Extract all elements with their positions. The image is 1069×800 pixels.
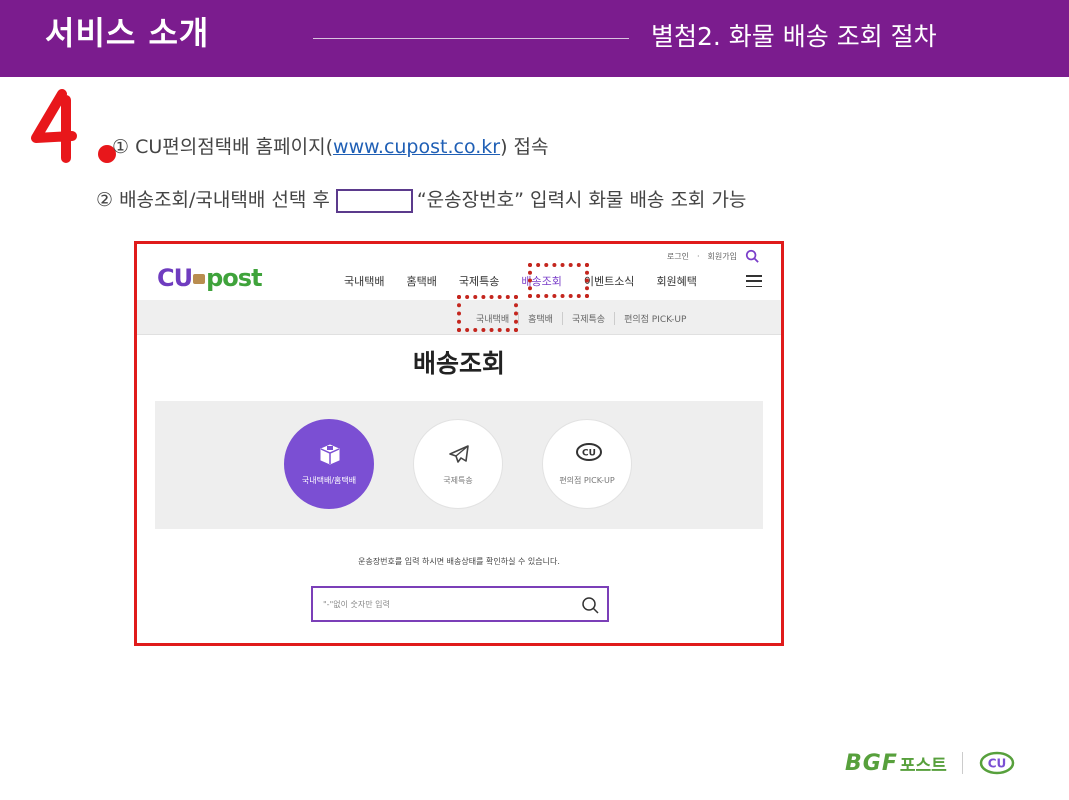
input-box-illustration	[335, 188, 413, 213]
menu-icon[interactable]	[746, 275, 762, 287]
category-panel: 국내택배/홈택배 국제특송 CU 편의점 PICK-UP	[155, 401, 763, 529]
airplane-icon	[449, 445, 469, 463]
svg-text:CU: CU	[582, 449, 596, 459]
instruction-2-text: ② 배송조회/국내택배 선택 후	[96, 189, 330, 211]
tracking-notice: 운송장번호를 입력 하시면 배송상태를 확인하실 수 있습니다.	[358, 557, 560, 566]
category-label: 국제특송	[443, 476, 473, 485]
instruction-1-suffix: ) 접속	[500, 136, 549, 158]
util-separator: ·	[697, 251, 700, 261]
box-icon	[320, 444, 340, 465]
logo-cu: CU	[157, 264, 193, 292]
cupost-logo[interactable]: CU post	[157, 264, 263, 292]
bgf-logo: BGF	[845, 750, 898, 776]
slide-header: 서비스 소개 별첨2. 화물 배송 조회 절차	[0, 0, 1069, 77]
main-nav: 국내택배 홈택배 국제특송 배송조회 이벤트소식 회원혜택	[333, 274, 708, 290]
slide-subtitle: 별첨2. 화물 배송 조회 절차	[651, 22, 937, 51]
nav-domestic[interactable]: 국내택배	[333, 274, 395, 290]
category-label: 국내택배/홈택배	[301, 476, 357, 485]
instruction-2: ② 배송조회/국내택배 선택 후 “운송장번호” 입력시 화물 배송 조회 가능	[96, 185, 746, 213]
subnav-international[interactable]: 국제특송	[561, 312, 614, 325]
header-divider	[313, 38, 629, 39]
logo-box-icon	[193, 274, 206, 284]
login-link[interactable]: 로그인	[667, 251, 689, 262]
brand-separator	[961, 752, 963, 774]
tracking-number-input[interactable]: "-"없이 숫자만 입력	[311, 586, 609, 622]
highlight-nav-tracking	[528, 263, 589, 298]
nav-benefits[interactable]: 회원혜택	[645, 274, 707, 290]
highlight-subnav-domestic	[457, 295, 518, 332]
category-domestic[interactable]: 국내택배/홈택배	[284, 419, 374, 509]
category-pickup[interactable]: CU 편의점 PICK-UP	[542, 419, 632, 509]
util-links: 로그인 · 회원가입	[667, 249, 759, 263]
instruction-2-suffix: “운송장번호” 입력시 화물 배송 조회 가능	[416, 189, 747, 211]
subnav-pickup[interactable]: 편의점 PICK-UP	[614, 312, 695, 325]
instruction-1-text: ① CU편의점택배 홈페이지(	[112, 136, 334, 158]
footer-brand: BGF 포스트 CU	[845, 750, 1016, 776]
subnav-home[interactable]: 홈택배	[518, 312, 562, 325]
search-icon[interactable]	[745, 249, 759, 263]
category-label: 편의점 PICK-UP	[559, 476, 615, 485]
signup-link[interactable]: 회원가입	[708, 251, 737, 262]
page-heading: 배송조회	[412, 349, 505, 378]
search-placeholder: "-"없이 숫자만 입력	[323, 600, 390, 609]
bgf-post-logo: 포스트	[899, 755, 947, 776]
nav-home-delivery[interactable]: 홈택배	[395, 274, 447, 290]
slide-title: 서비스 소개	[45, 14, 210, 52]
logo-post: post	[206, 264, 262, 292]
cu-logo-icon: CU	[979, 751, 1015, 775]
instruction-1: ① CU편의점택배 홈페이지(www.cupost.co.kr) 접속	[112, 132, 549, 159]
search-icon[interactable]	[581, 596, 599, 614]
nav-international[interactable]: 국제특송	[448, 274, 510, 290]
svg-text:CU: CU	[988, 757, 1007, 771]
cu-logo-icon: CU	[576, 443, 602, 461]
cupost-link[interactable]: www.cupost.co.kr	[333, 136, 500, 158]
category-international[interactable]: 국제특송	[413, 419, 503, 509]
website-screenshot-frame: 로그인 · 회원가입 CU post 국내택배 홈택배 국제특송 배송조회 이벤트…	[134, 241, 784, 646]
handwritten-step-number	[31, 89, 116, 163]
